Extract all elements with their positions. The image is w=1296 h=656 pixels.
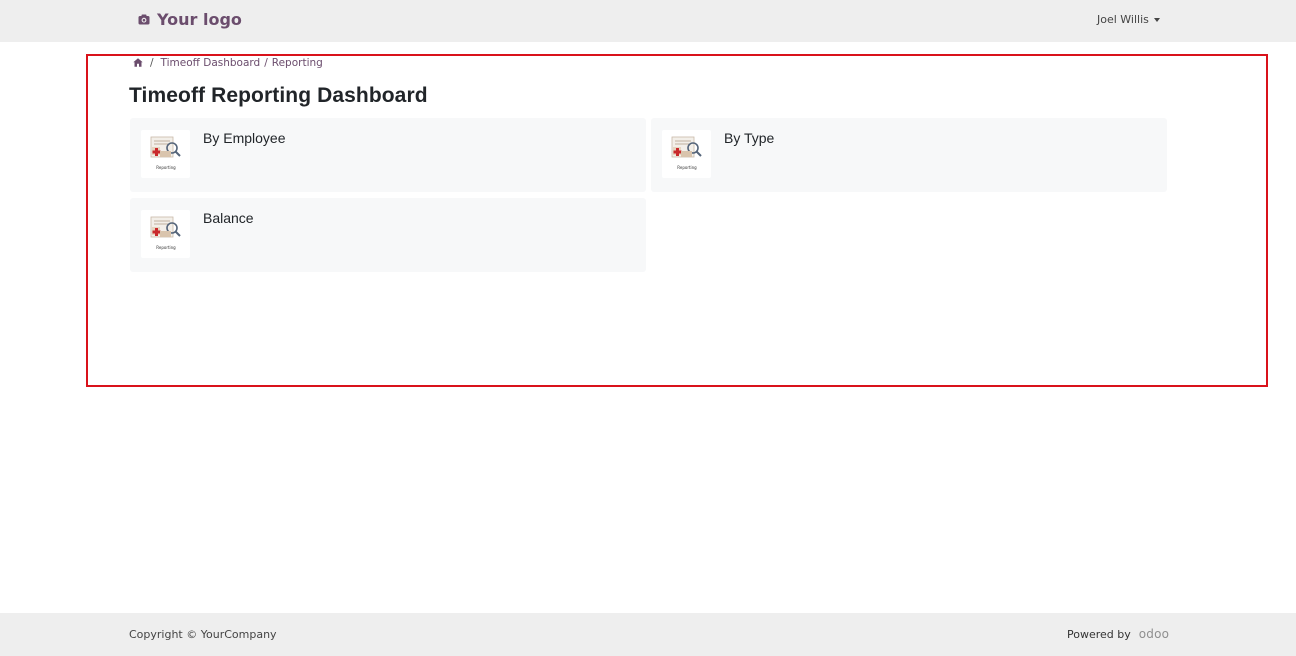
breadcrumb-link-dashboard[interactable]: Timeoff Dashboard bbox=[161, 57, 261, 69]
card-label: By Employee bbox=[203, 130, 286, 146]
report-card-by-type[interactable]: Reporting By Type bbox=[651, 118, 1167, 192]
svg-text:Reporting: Reporting bbox=[156, 245, 176, 250]
card-label: Balance bbox=[203, 210, 254, 226]
breadcrumb: / Timeoff Dashboard / Reporting bbox=[133, 57, 323, 69]
home-icon[interactable] bbox=[133, 58, 143, 68]
reporting-icon: Reporting bbox=[150, 136, 181, 170]
top-navbar: Your logo Joel Willis bbox=[0, 0, 1296, 42]
page-title: Timeoff Reporting Dashboard bbox=[129, 84, 428, 107]
reporting-thumbnail: Reporting bbox=[141, 130, 190, 178]
odoo-logo-link[interactable]: odoo bbox=[1139, 627, 1169, 641]
user-name: Joel Willis bbox=[1097, 13, 1149, 26]
camera-icon bbox=[137, 13, 151, 27]
copyright-text: Copyright © YourCompany bbox=[129, 628, 277, 641]
reporting-icon: Reporting bbox=[150, 216, 181, 250]
reporting-icon: Reporting bbox=[671, 136, 702, 170]
reporting-thumbnail: Reporting bbox=[662, 130, 711, 178]
logo-link[interactable]: Your logo bbox=[137, 10, 242, 29]
breadcrumb-separator: / bbox=[264, 57, 268, 69]
breadcrumb-separator: / bbox=[150, 57, 154, 69]
user-dropdown[interactable]: Joel Willis bbox=[1097, 13, 1160, 26]
powered-by: Powered by odoo bbox=[1067, 627, 1169, 641]
report-card-balance[interactable]: Reporting Balance bbox=[130, 198, 646, 272]
footer: Copyright © YourCompany Powered by odoo bbox=[0, 613, 1296, 656]
caret-down-icon bbox=[1153, 17, 1160, 22]
breadcrumb-current: Reporting bbox=[271, 57, 323, 69]
card-label: By Type bbox=[724, 130, 775, 146]
powered-by-label: Powered by bbox=[1067, 627, 1131, 641]
logo-text: Your logo bbox=[157, 10, 242, 29]
svg-text:Reporting: Reporting bbox=[677, 165, 697, 170]
svg-text:Reporting: Reporting bbox=[156, 165, 176, 170]
reporting-thumbnail: Reporting bbox=[141, 210, 190, 258]
report-card-by-employee[interactable]: Reporting By Employee bbox=[130, 118, 646, 192]
